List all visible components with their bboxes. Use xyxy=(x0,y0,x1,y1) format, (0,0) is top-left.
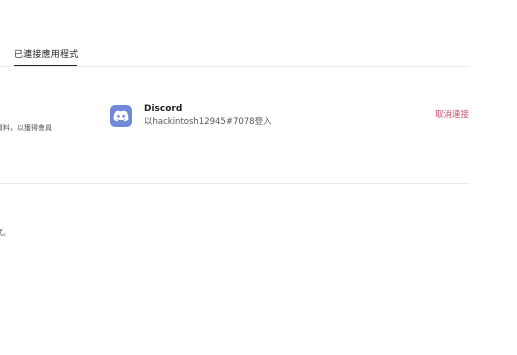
app-login-detail: 以hackintosh12945#7078登入 xyxy=(144,117,272,127)
discord-glyph-icon xyxy=(113,110,129,122)
row-divider xyxy=(0,183,470,184)
app-name: Discord xyxy=(144,104,183,114)
discord-logo-icon xyxy=(110,105,132,127)
disconnect-link[interactable]: 取消連接 xyxy=(435,110,469,121)
left-description-text-2: 式。 xyxy=(0,229,10,237)
tab-divider xyxy=(0,66,470,67)
left-description-text: 資料，以獲得會員 xyxy=(0,124,52,132)
connected-apps-page: 已連接應用程式 資料，以獲得會員 Discord 以hackintosh1294… xyxy=(0,0,517,355)
tab-connected-apps[interactable]: 已連接應用程式 xyxy=(14,49,78,61)
